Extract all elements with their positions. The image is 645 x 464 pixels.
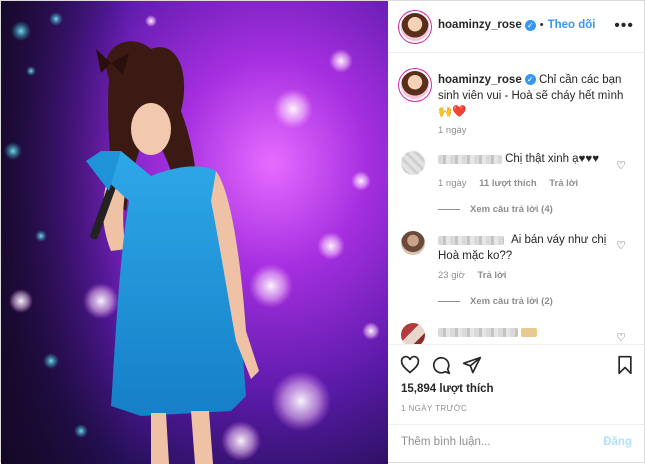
- verified-icon: ✓: [524, 74, 536, 86]
- likes-count[interactable]: 15,894 lượt thích: [401, 383, 494, 395]
- caption-emoji: 🙌❤️: [438, 106, 467, 118]
- blurred-username: [438, 154, 502, 164]
- post-timestamp[interactable]: 1 NGÀY TRƯỚC: [401, 404, 467, 413]
- header-username[interactable]: hoaminzy_rose: [438, 19, 522, 31]
- avatar[interactable]: [401, 13, 429, 41]
- comment-icon[interactable]: [431, 355, 451, 375]
- comment-text-line1: Ai bán váy như chị: [511, 234, 607, 246]
- reply-button[interactable]: Trả lời: [477, 270, 506, 281]
- comment-heart-icon[interactable]: ♡: [616, 331, 626, 344]
- post-header: hoaminzy_rose ✓ • Theo dõi •••: [388, 1, 645, 53]
- view-replies[interactable]: Xem câu trả lời (4): [438, 204, 553, 215]
- comment-text: Chị thật xinh ạ♥♥♥: [505, 153, 600, 165]
- more-icon[interactable]: •••: [614, 17, 634, 35]
- comments-list: hoaminzy_rose ✓ Chỉ cần các bạn sinh viên…: [388, 54, 645, 344]
- bookmark-icon[interactable]: [616, 355, 634, 375]
- share-icon[interactable]: [462, 355, 482, 375]
- blurred-emoji: [521, 327, 538, 337]
- comment-item: Chị thật xinh ạ♥♥♥: [438, 153, 599, 165]
- instagram-post: hoaminzy_rose ✓ • Theo dõi ••• hoaminzy_ros…: [0, 0, 645, 464]
- post-actions: 15,894 lượt thích 1 NGÀY TRƯỚC: [388, 344, 645, 424]
- blurred-username: [438, 235, 504, 245]
- comment-avatar[interactable]: [401, 231, 425, 255]
- heart-icon[interactable]: [400, 355, 420, 375]
- verified-icon: ✓: [524, 19, 536, 31]
- caption-time[interactable]: 1 ngày: [438, 125, 467, 136]
- comment-likes[interactable]: 11 lượt thích: [479, 178, 536, 189]
- caption-username[interactable]: hoaminzy_rose: [438, 74, 522, 86]
- view-replies-label[interactable]: Xem câu trả lời (4): [470, 204, 553, 215]
- view-replies-label[interactable]: Xem câu trả lời (2): [470, 296, 553, 307]
- comment-meta: 23 giờ Trả lời: [438, 270, 506, 281]
- comment-item: Ai bán váy như chị: [438, 234, 606, 246]
- blurred-text: [438, 327, 518, 337]
- stage-scene: [1, 1, 380, 464]
- comment-avatar[interactable]: [401, 323, 425, 344]
- comment-heart-icon[interactable]: ♡: [616, 239, 626, 252]
- comment-input[interactable]: Thêm bình luận...: [401, 436, 491, 448]
- replies-line: [438, 208, 460, 210]
- caption: hoaminzy_rose ✓ Chỉ cần các bạn sinh viên…: [438, 72, 628, 120]
- comment-time[interactable]: 23 giờ: [438, 270, 465, 281]
- post-sidebar: hoaminzy_rose ✓ • Theo dõi ••• hoaminzy_ros…: [388, 1, 645, 464]
- view-replies[interactable]: Xem câu trả lời (2): [438, 296, 553, 307]
- comment-item: [438, 326, 538, 338]
- comment-avatar[interactable]: [401, 151, 425, 175]
- add-comment-bar: Thêm bình luận... Đăng: [388, 424, 645, 464]
- comment-meta: 1 ngày 11 lượt thích Trả lời: [438, 178, 578, 189]
- comment-text-line2: Hoà mặc ko??: [438, 250, 513, 262]
- comment-time[interactable]: 1 ngày: [438, 178, 467, 189]
- caption-avatar[interactable]: [401, 71, 429, 99]
- comment-heart-icon[interactable]: ♡: [616, 159, 626, 172]
- post-photo[interactable]: [1, 1, 388, 464]
- reply-button[interactable]: Trả lời: [549, 178, 578, 189]
- separator-dot: •: [539, 19, 544, 31]
- post-comment-button[interactable]: Đăng: [603, 436, 632, 448]
- follow-button[interactable]: Theo dõi: [548, 19, 596, 31]
- replies-line: [438, 300, 460, 302]
